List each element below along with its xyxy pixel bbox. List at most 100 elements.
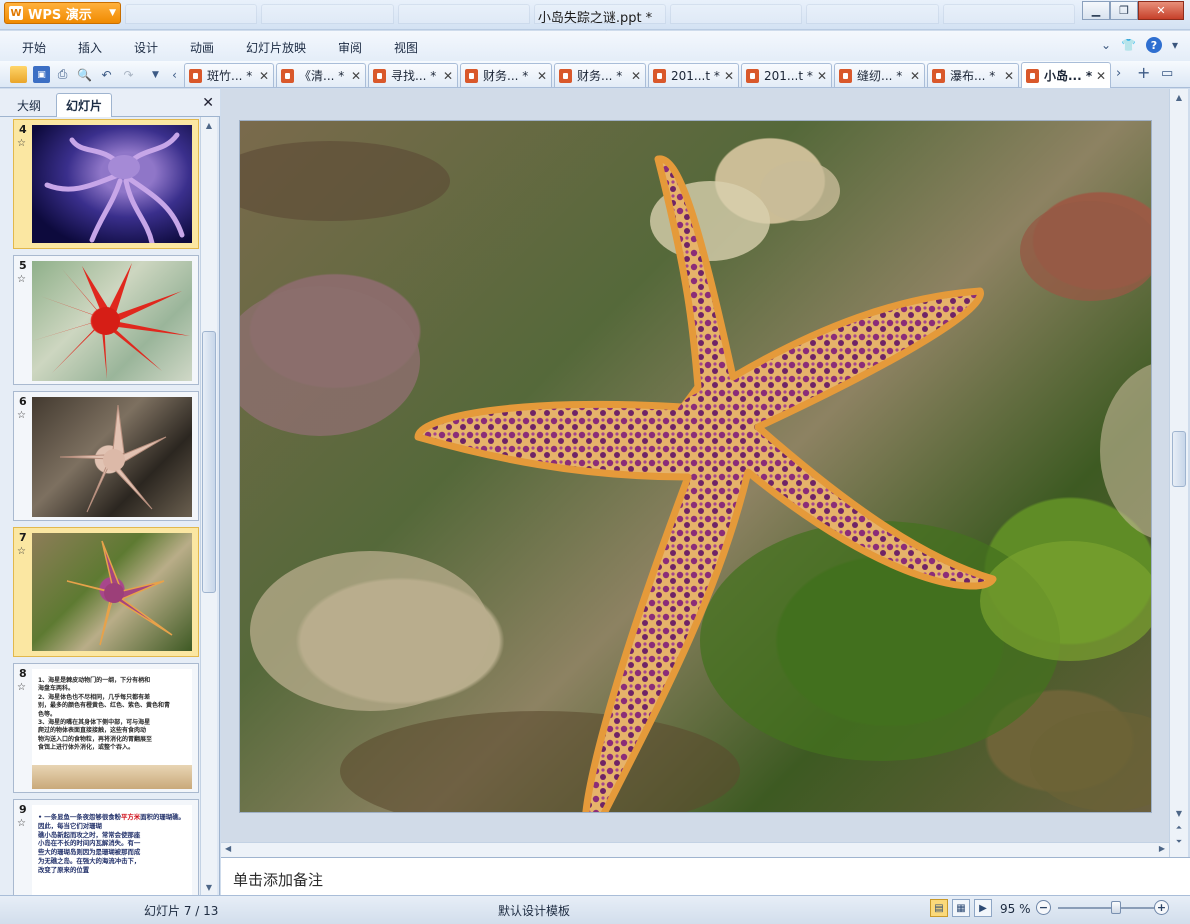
scrollbar-thumb[interactable] bbox=[1172, 431, 1186, 487]
ppt-file-icon bbox=[559, 68, 572, 83]
doc-tab-label: 财务... * bbox=[577, 69, 623, 83]
print-preview-icon[interactable]: 🔍 bbox=[76, 66, 93, 83]
scroll-left-icon[interactable]: ◀ bbox=[225, 844, 231, 853]
slide-thumbnail-item[interactable]: 8 ☆ 1、海星是棘皮动物门的一纲，下分有柄和 海盘车两科。 2、海星体色也不尽… bbox=[0, 663, 200, 793]
scroll-up-icon[interactable]: ▲ bbox=[201, 117, 217, 133]
close-tab-icon[interactable]: ✕ bbox=[817, 69, 827, 83]
customize-toolbar-icon[interactable]: ▼ bbox=[147, 66, 164, 83]
animation-star-icon: ☆ bbox=[17, 138, 26, 149]
close-icon[interactable]: ✕ bbox=[1138, 1, 1184, 20]
editor-horizontal-scrollbar[interactable]: ◀ ▶ bbox=[221, 842, 1169, 857]
scroll-down-icon[interactable]: ▼ bbox=[1170, 807, 1188, 820]
menu-design[interactable]: 设计 bbox=[134, 39, 158, 56]
normal-view-icon[interactable]: ▤ bbox=[930, 899, 948, 917]
slideshow-view-icon[interactable]: ▶ bbox=[974, 899, 992, 917]
quick-toolbar: o ▣ ⎙ 🔍 ↶ ↷ ▼ ‹ 斑竹... * ✕ 《清... * ✕ 寻找..… bbox=[0, 61, 1190, 88]
zoom-slider-handle[interactable] bbox=[1110, 901, 1121, 914]
zoom-slider[interactable] bbox=[1058, 907, 1154, 909]
next-slide-icon[interactable]: ⏷ bbox=[1170, 835, 1188, 848]
minimize-icon[interactable]: ▁ bbox=[1082, 1, 1110, 20]
chevron-down-icon[interactable]: ▾ bbox=[1172, 38, 1178, 52]
scroll-down-icon[interactable]: ▼ bbox=[201, 879, 217, 895]
close-tab-icon[interactable]: ✕ bbox=[724, 69, 734, 83]
ppt-file-icon bbox=[465, 68, 478, 83]
ppt-file-icon bbox=[189, 68, 202, 83]
close-tab-icon[interactable]: ✕ bbox=[910, 69, 920, 83]
close-icon[interactable]: ✕ bbox=[202, 95, 214, 111]
save-icon[interactable]: ▣ bbox=[33, 66, 50, 83]
scrollbar-thumb[interactable] bbox=[202, 331, 216, 593]
doc-tab-active[interactable]: 小岛... * ✕ bbox=[1021, 62, 1111, 88]
doc-tab[interactable]: 201...t * ✕ bbox=[648, 63, 739, 87]
octopus-drawing bbox=[44, 132, 185, 243]
zoom-in-icon[interactable]: + bbox=[1154, 900, 1169, 915]
skin-shirt-icon[interactable]: 👕 bbox=[1121, 38, 1136, 52]
tab-slides[interactable]: 幻灯片 bbox=[56, 93, 113, 117]
doc-tab[interactable]: 财务... * ✕ bbox=[554, 63, 646, 87]
undo-icon[interactable]: ↶ bbox=[98, 66, 115, 83]
close-tab-icon[interactable]: ✕ bbox=[537, 69, 547, 83]
slide-canvas[interactable] bbox=[239, 120, 1152, 813]
tab-scroll-left-icon[interactable]: ‹ bbox=[166, 66, 183, 83]
doc-tab[interactable]: 财务... * ✕ bbox=[460, 63, 552, 87]
open-folder-icon[interactable]: o bbox=[10, 66, 27, 83]
chevron-down-icon[interactable]: ⌄ bbox=[1101, 38, 1111, 52]
slide-number: 7 bbox=[19, 531, 27, 544]
red-starfish-image bbox=[32, 261, 192, 381]
restore-icon[interactable]: ❐ bbox=[1110, 1, 1138, 20]
starfish-photo bbox=[240, 141, 1151, 812]
menu-animation[interactable]: 动画 bbox=[190, 39, 214, 56]
doc-tab-label: 201...t * bbox=[671, 68, 720, 83]
close-tab-icon[interactable]: ✕ bbox=[1004, 69, 1014, 83]
wps-app-menu-button[interactable]: W WPS 演示 ▼ bbox=[4, 2, 121, 24]
slide-thumbnail-item-selected[interactable]: 7 ☆ bbox=[0, 527, 200, 657]
menu-home[interactable]: 开始 bbox=[22, 39, 46, 56]
redo-icon[interactable]: ↷ bbox=[120, 66, 137, 83]
wps-logo-icon: W bbox=[9, 6, 23, 20]
help-icon[interactable]: ? bbox=[1145, 37, 1162, 53]
slide-thumbnail-item[interactable]: 9 ☆ • 一条显鱼一条夜怨够很食粉平方米面积的珊瑚礁。因此，每当它们对珊瑚 礁… bbox=[0, 799, 200, 895]
close-tab-icon[interactable]: ✕ bbox=[1096, 69, 1106, 83]
menu-view[interactable]: 视图 bbox=[394, 39, 418, 56]
previous-slide-icon[interactable]: ⏶ bbox=[1170, 821, 1188, 834]
notes-placeholder[interactable]: 单击添加备注 bbox=[233, 869, 323, 890]
tab-outline[interactable]: 大纲 bbox=[8, 93, 50, 117]
ppt-file-icon bbox=[653, 68, 666, 83]
doc-tab[interactable]: 斑竹... * ✕ bbox=[184, 63, 274, 87]
pale-starfish-drawing bbox=[59, 404, 167, 513]
slide-thumbnail-item[interactable]: 6 ☆ bbox=[0, 391, 200, 521]
print-icon[interactable]: ⎙ bbox=[54, 66, 71, 83]
menu-review[interactable]: 审阅 bbox=[338, 39, 362, 56]
new-tab-plus-icon[interactable]: + bbox=[1137, 63, 1150, 82]
close-tab-icon[interactable]: ✕ bbox=[259, 69, 269, 83]
menu-slideshow[interactable]: 幻灯片放映 bbox=[246, 39, 306, 56]
tab-scroll-right-icon[interactable]: › bbox=[1116, 66, 1121, 81]
doc-tab[interactable]: 寻找... * ✕ bbox=[368, 63, 458, 87]
scroll-up-icon[interactable]: ▲ bbox=[1170, 89, 1188, 105]
scroll-right-icon[interactable]: ▶ bbox=[1159, 844, 1165, 853]
slide-panel-scrollbar[interactable]: ▲ ▼ bbox=[200, 117, 217, 895]
close-tab-icon[interactable]: ✕ bbox=[443, 69, 453, 83]
animation-star-icon: ☆ bbox=[17, 818, 26, 829]
doc-tab-label: 瀑布... * bbox=[950, 69, 996, 83]
slide-thumbnail-item[interactable]: 5 ☆ bbox=[0, 255, 200, 385]
tab-list-icon[interactable]: ▭ bbox=[1161, 66, 1173, 81]
doc-tab[interactable]: 缝纫... * ✕ bbox=[834, 63, 925, 87]
editor-vertical-scrollbar[interactable]: ▲ ▼ ⏶ ⏷ bbox=[1169, 89, 1188, 857]
zoom-out-icon[interactable]: − bbox=[1036, 900, 1051, 915]
doc-tab[interactable]: 201...t * ✕ bbox=[741, 63, 832, 87]
design-template-label[interactable]: 默认设计模板 bbox=[498, 902, 570, 919]
close-tab-icon[interactable]: ✕ bbox=[351, 69, 361, 83]
slide-sorter-view-icon[interactable]: ▦ bbox=[952, 899, 970, 917]
background-window-tabs bbox=[125, 4, 1075, 26]
animation-star-icon: ☆ bbox=[17, 274, 26, 285]
doc-tab-label: 斑竹... * bbox=[207, 69, 253, 83]
notes-pane[interactable]: 单击添加备注 bbox=[221, 857, 1190, 895]
slide-8-text: 1、海星是棘皮动物门的一纲，下分有柄和 海盘车两科。 2、海星体色也不尽相同，几… bbox=[38, 677, 171, 752]
doc-tab[interactable]: 《清... * ✕ bbox=[276, 63, 366, 87]
slide-indicator: 幻灯片 7 / 13 bbox=[144, 904, 219, 918]
slide-thumbnail-item[interactable]: 4 ☆ bbox=[0, 119, 200, 249]
close-tab-icon[interactable]: ✕ bbox=[631, 69, 641, 83]
doc-tab[interactable]: 瀑布... * ✕ bbox=[927, 63, 1019, 87]
menu-insert[interactable]: 插入 bbox=[78, 39, 102, 56]
